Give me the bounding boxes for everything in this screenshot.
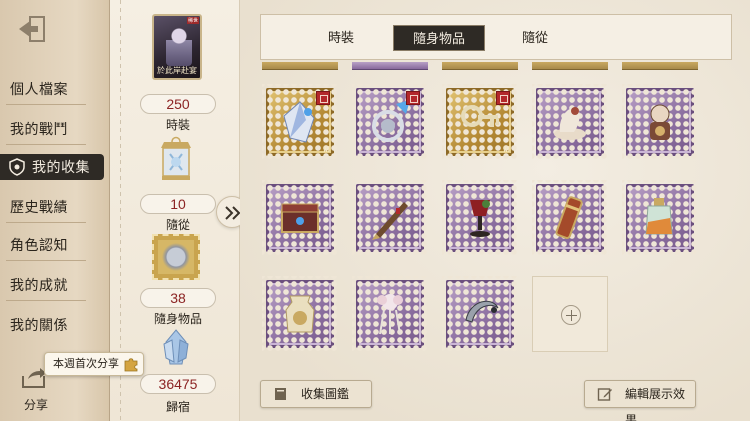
edit-icon bbox=[597, 388, 612, 401]
red-seal-icon bbox=[406, 91, 420, 105]
catalog-button[interactable]: 收集圖鑑 bbox=[260, 380, 372, 408]
weekly-share-toast[interactable]: 本週首次分享 bbox=[44, 352, 144, 376]
crescent-blade-icon bbox=[465, 300, 499, 323]
crystal-home-icon[interactable] bbox=[156, 328, 196, 368]
main-panel: 時裝 隨身物品 隨從 III III 收集圖鑑 編輯展示效果 bbox=[240, 0, 750, 421]
accessory-stamp[interactable] bbox=[352, 84, 428, 160]
rank-badge: III bbox=[323, 145, 330, 154]
ornate-key-icon bbox=[461, 105, 499, 127]
nav-divider bbox=[6, 222, 86, 223]
tab-accessory[interactable]: 隨身物品 bbox=[393, 25, 485, 51]
accessory-stamp-icon[interactable] bbox=[152, 234, 200, 280]
nav-divider bbox=[6, 300, 86, 301]
book-icon bbox=[275, 388, 286, 400]
silver-lace-icon bbox=[372, 100, 410, 142]
accessory-stamp[interactable] bbox=[622, 180, 698, 256]
card-caption: 於此岸赴宴 bbox=[157, 66, 197, 75]
figurine-icon bbox=[554, 107, 586, 140]
stamp-partial bbox=[622, 62, 698, 70]
accessory-stamp[interactable] bbox=[262, 180, 338, 256]
red-seal-icon bbox=[496, 91, 510, 105]
costume-count: 250 bbox=[140, 94, 216, 114]
empty-slot[interactable] bbox=[532, 276, 608, 352]
red-seal-icon bbox=[316, 91, 330, 105]
share-label[interactable]: 分享 bbox=[24, 396, 48, 413]
clockwork-doll-icon bbox=[650, 104, 670, 140]
accessory-stamp[interactable] bbox=[622, 84, 698, 160]
rank-badge: III bbox=[503, 145, 510, 154]
category-tabs: 時裝 隨身物品 隨從 bbox=[260, 14, 732, 60]
rarity-tag: 稀世 bbox=[186, 17, 199, 24]
accessory-stamp[interactable] bbox=[352, 180, 428, 256]
tab-costume[interactable]: 時裝 bbox=[295, 25, 387, 51]
nav-item-battles[interactable]: 我的戰鬥 bbox=[0, 116, 104, 142]
accessory-stamp[interactable]: III bbox=[442, 84, 518, 160]
flower-tassel-icon bbox=[377, 294, 403, 335]
accessory-stamp[interactable] bbox=[442, 180, 518, 256]
nav-item-collection[interactable]: 我的收集 bbox=[0, 154, 104, 180]
catalog-label: 收集圖鑑 bbox=[301, 387, 350, 401]
red-goblet-icon bbox=[470, 200, 490, 237]
stamp-partial bbox=[532, 62, 608, 70]
accessory-label: 隨身物品 bbox=[153, 312, 202, 326]
character-figure bbox=[166, 26, 192, 66]
nav-divider bbox=[6, 144, 86, 145]
crystal-shard-icon bbox=[283, 101, 315, 143]
costume-card[interactable]: 稀世 於此岸赴宴 bbox=[152, 14, 202, 80]
accessory-stamp[interactable] bbox=[442, 276, 518, 352]
plus-icon bbox=[561, 305, 581, 325]
accessory-stamp[interactable] bbox=[262, 276, 338, 352]
back-arrow-icon[interactable] bbox=[16, 14, 52, 44]
costume-label: 時裝 bbox=[165, 118, 190, 132]
tab-pet[interactable]: 隨從 bbox=[489, 25, 581, 51]
accessory-stamp[interactable]: III bbox=[262, 84, 338, 160]
stamp-partial bbox=[352, 62, 428, 70]
shield-icon bbox=[9, 158, 25, 176]
edit-display-label: 編輯展示效果 bbox=[625, 387, 686, 421]
home-count: 36475 bbox=[140, 374, 216, 394]
accessory-stamp[interactable] bbox=[352, 276, 428, 352]
stamp-partial bbox=[442, 62, 518, 70]
nav-item-characters[interactable]: 角色認知 bbox=[0, 232, 104, 258]
nav-divider bbox=[6, 260, 86, 261]
nav-item-achievements[interactable]: 我的成就 bbox=[0, 272, 104, 298]
nav-divider bbox=[6, 104, 86, 105]
home-label: 歸宿 bbox=[165, 400, 190, 414]
potion-bottle-icon bbox=[645, 198, 673, 235]
pet-count: 10 bbox=[140, 194, 216, 214]
accessory-stamp[interactable] bbox=[532, 180, 608, 256]
pen-blade-icon bbox=[372, 202, 408, 240]
nav-item-relations[interactable]: 我的關係 bbox=[0, 312, 104, 338]
edit-display-button[interactable]: 編輯展示效果 bbox=[584, 380, 696, 421]
scroll-tube-icon bbox=[555, 196, 583, 240]
lantern-pet-icon[interactable] bbox=[158, 134, 194, 184]
glass-jar-icon bbox=[285, 295, 315, 333]
nav-item-history[interactable]: 歷史戰績 bbox=[0, 194, 104, 220]
accessory-stamp[interactable] bbox=[532, 84, 608, 160]
pet-label: 隨從 bbox=[165, 218, 190, 232]
stamp-partial bbox=[262, 62, 338, 70]
nav-item-profile[interactable]: 個人檔案 bbox=[0, 76, 104, 102]
puzzle-icon bbox=[124, 358, 138, 372]
jewel-box-icon bbox=[281, 203, 319, 233]
toast-label: 本週首次分享 bbox=[53, 358, 119, 370]
accessory-count: 38 bbox=[140, 288, 216, 308]
